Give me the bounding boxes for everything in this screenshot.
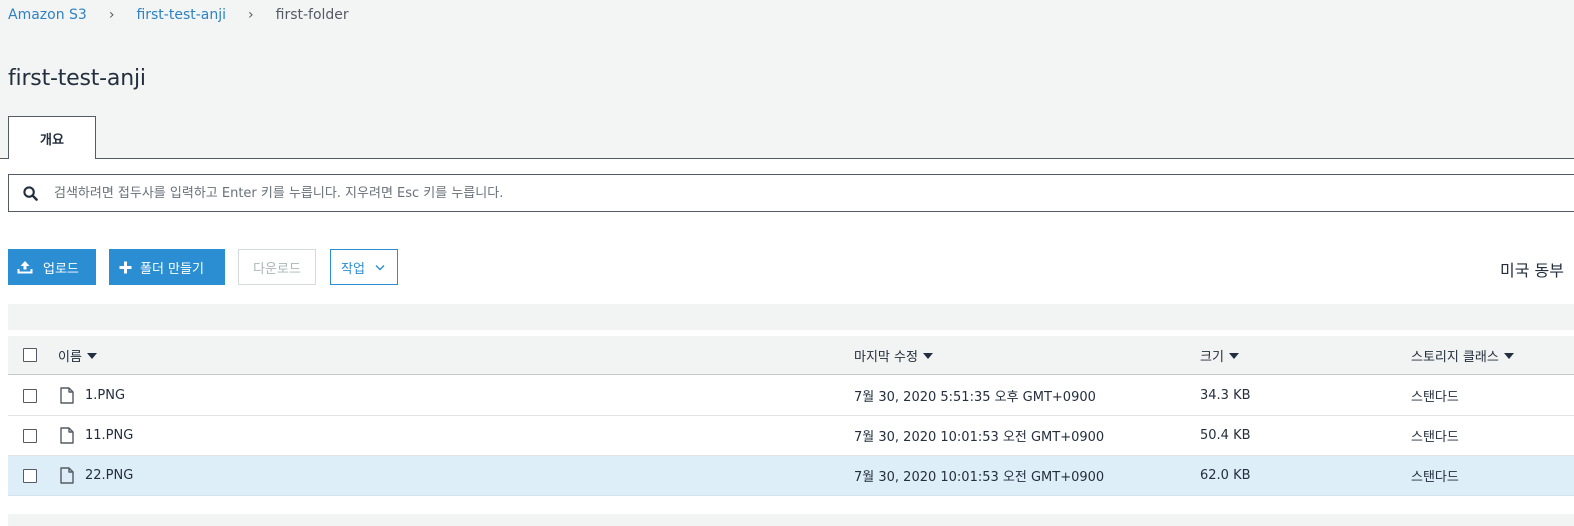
table-row[interactable]: 11.PNG 7월 30, 2020 10:01:53 오전 GMT+0900 … [8, 416, 1574, 456]
breadcrumb-separator: › [108, 7, 115, 23]
row-select-cell [23, 376, 37, 415]
plus-icon [119, 261, 132, 274]
create-folder-button-label: 폴더 만들기 [140, 261, 204, 277]
sort-caret-icon [1503, 352, 1514, 359]
row-checkbox[interactable] [23, 428, 37, 443]
table-top-bar [8, 304, 1574, 330]
row-checkbox[interactable] [23, 388, 37, 403]
column-header-modified[interactable]: 마지막 수정 [854, 336, 933, 374]
row-name-cell: 11.PNG [60, 416, 133, 455]
table-footer-bar [8, 514, 1574, 526]
breadcrumb-current-folder: first-folder [275, 7, 349, 23]
breadcrumb-bucket[interactable]: first-test-anji [136, 7, 226, 23]
file-name-link[interactable]: 22.PNG [85, 468, 133, 483]
row-size-cell: 50.4 KB [1200, 428, 1251, 443]
chevron-down-icon [375, 264, 385, 271]
column-header-storage-class[interactable]: 스토리지 클래스 [1411, 336, 1514, 374]
tabs-divider [0, 158, 1574, 159]
search-bar [8, 174, 1574, 212]
breadcrumb-amazon-s3[interactable]: Amazon S3 [8, 7, 87, 23]
row-select-cell [23, 456, 37, 495]
row-storage-class-cell: 스탠다드 [1411, 470, 1459, 485]
page-title: first-test-anji [8, 66, 146, 91]
upload-icon [17, 260, 33, 274]
download-button[interactable]: 다운로드 [238, 249, 316, 285]
sort-caret-icon [1228, 352, 1239, 359]
row-checkbox[interactable] [23, 468, 37, 483]
row-modified-cell: 7월 30, 2020 10:01:53 오전 GMT+0900 [854, 430, 1105, 445]
sort-caret-icon [922, 352, 933, 359]
download-button-label: 다운로드 [253, 261, 301, 277]
upload-button-label: 업로드 [43, 261, 79, 277]
row-modified-cell: 7월 30, 2020 5:51:35 오후 GMT+0900 [854, 390, 1096, 405]
column-header-name[interactable]: 이름 [58, 336, 97, 374]
breadcrumb: Amazon S3 › first-test-anji › first-fold… [8, 6, 349, 24]
row-storage-class-cell: 스탠다드 [1411, 390, 1459, 405]
column-header-size-label: 크기 [1200, 349, 1224, 365]
tab-overview[interactable]: 개요 [8, 116, 96, 160]
row-modified-cell: 7월 30, 2020 10:01:53 오전 GMT+0900 [854, 470, 1105, 485]
table-row[interactable]: 1.PNG 7월 30, 2020 5:51:35 오후 GMT+0900 34… [8, 376, 1574, 416]
row-size-cell: 34.3 KB [1200, 388, 1251, 403]
select-all-checkbox[interactable] [23, 348, 37, 362]
file-icon [60, 467, 74, 484]
actions-dropdown[interactable]: 작업 [330, 249, 398, 285]
file-icon [60, 387, 74, 404]
breadcrumb-separator: › [248, 7, 254, 23]
row-name-cell: 1.PNG [60, 376, 125, 415]
row-name-cell: 22.PNG [60, 456, 133, 495]
select-all-cell [23, 336, 37, 374]
column-header-name-label: 이름 [58, 349, 82, 365]
region-label: 미국 동부 [1500, 261, 1564, 280]
file-name-link[interactable]: 1.PNG [85, 388, 125, 403]
create-folder-button[interactable]: 폴더 만들기 [109, 249, 225, 285]
table-row[interactable]: 22.PNG 7월 30, 2020 10:01:53 오전 GMT+0900 … [8, 456, 1574, 496]
file-icon [60, 427, 74, 444]
file-name-link[interactable]: 11.PNG [85, 428, 133, 443]
column-header-storage-class-label: 스토리지 클래스 [1411, 349, 1499, 365]
search-input[interactable] [54, 185, 1574, 201]
row-select-cell [23, 416, 37, 455]
search-icon [22, 185, 38, 201]
tab-overview-label: 개요 [40, 132, 64, 148]
column-header-size[interactable]: 크기 [1200, 336, 1239, 374]
actions-dropdown-label: 작업 [341, 261, 365, 277]
row-storage-class-cell: 스탠다드 [1411, 430, 1459, 445]
sort-caret-icon [86, 352, 97, 359]
table-header: 이름 마지막 수정 크기 스토리지 클래스 [8, 336, 1574, 375]
upload-button[interactable]: 업로드 [8, 249, 96, 285]
column-header-modified-label: 마지막 수정 [854, 349, 918, 365]
row-size-cell: 62.0 KB [1200, 468, 1251, 483]
